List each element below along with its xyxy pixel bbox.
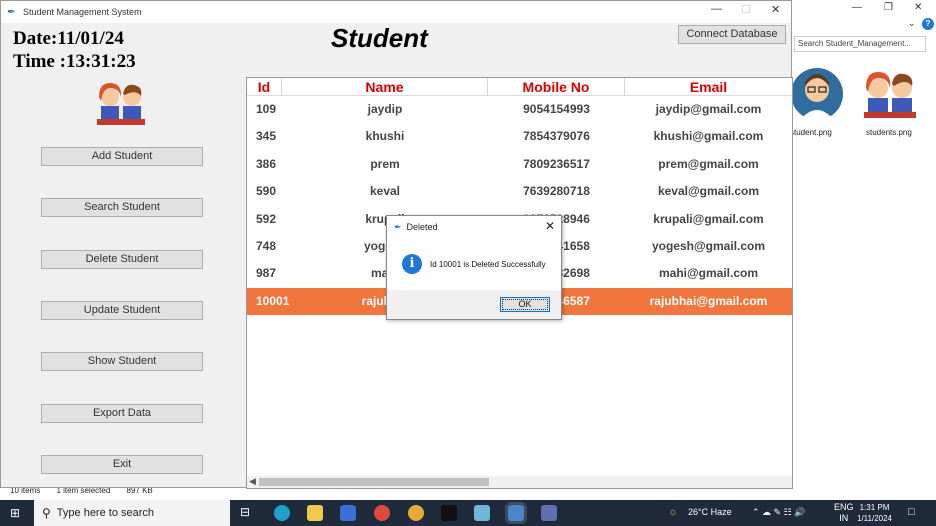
explorer-search-input[interactable]: Search Student_Management...	[794, 36, 926, 52]
search-icon: ⚲	[42, 506, 51, 520]
scroll-left-icon[interactable]: ◀	[249, 476, 256, 487]
deleted-dialog: ✒ Deleted ✕ i Id 10001 is Deleted Succes…	[386, 215, 562, 320]
file-explorer-icon[interactable]	[307, 505, 323, 521]
table-header: Id Name Mobile No Email	[247, 78, 792, 96]
task-view-icon[interactable]: ⊟	[240, 505, 256, 521]
column-header-name[interactable]: Name	[282, 78, 488, 96]
table-row[interactable]: 345 khushi 7854379076 khushi@gmail.com	[247, 123, 792, 150]
cell-mobile: 9054154993	[523, 102, 590, 116]
terminal-icon[interactable]	[441, 505, 457, 521]
connect-database-button[interactable]: Connect Database	[678, 25, 786, 44]
dialog-message: Id 10001 is Deleted Successfully	[430, 260, 546, 269]
taskbar-search[interactable]: ⚲ Type here to search	[34, 500, 230, 526]
windows-start-icon[interactable]: ⊞	[10, 506, 20, 520]
help-icon[interactable]: ?	[922, 18, 934, 30]
column-header-mobile[interactable]: Mobile No	[488, 78, 625, 96]
cell-email: keval@gmail.com	[657, 184, 760, 199]
python-icon[interactable]	[505, 502, 527, 524]
cell-email: rajubhai@gmail.com	[649, 293, 768, 308]
region-code: IN	[839, 513, 849, 523]
feather-icon: ✒	[7, 6, 16, 18]
cell-email: khushi@gmail.com	[653, 129, 764, 144]
cell-id: 748	[256, 239, 277, 253]
language-indicator[interactable]: ENG IN	[834, 502, 854, 524]
dialog-titlebar[interactable]: ✒ Deleted	[387, 216, 561, 238]
feather-icon: ✒	[394, 221, 402, 232]
horizontal-scrollbar[interactable]: ◀	[247, 476, 792, 488]
clock-date: 1/11/2024	[857, 514, 892, 523]
students-logo-icon	[97, 83, 145, 125]
system-tray-icons[interactable]: ⌃ ☁ ✎ ☷ 🔊	[752, 507, 805, 518]
weather-icon[interactable]: ☼	[668, 506, 678, 518]
cell-email: prem@gmail.com	[658, 156, 759, 171]
table-row[interactable]: 109 jaydip 9054154993 jaydip@gmail.com	[247, 96, 792, 123]
exit-button[interactable]: Exit	[41, 455, 203, 474]
window-titlebar[interactable]: ✒ Student Management System — ☐ ✕	[1, 1, 791, 23]
app-window-icon[interactable]	[541, 505, 557, 521]
students-thumbnail-icon[interactable]	[860, 62, 922, 128]
minimize-icon[interactable]: —	[852, 2, 862, 13]
cell-email: mahi@gmail.com	[658, 266, 759, 281]
time-label: Time :13:31:23	[13, 51, 136, 72]
cell-id: 987	[256, 266, 277, 281]
cell-name: keval	[369, 184, 401, 199]
ok-button[interactable]: OK	[500, 297, 550, 312]
column-header-email[interactable]: Email	[625, 78, 792, 96]
thumbnail-caption: students.png	[866, 128, 912, 137]
cell-name: prem	[370, 156, 400, 171]
dialog-body: i Id 10001 is Deleted Successfully	[387, 238, 561, 290]
cell-email: krupali@gmail.com	[653, 211, 764, 226]
minimize-icon[interactable]: —	[711, 3, 722, 15]
taskbar: ⊞ ⚲ Type here to search ⊟ ☼ 26°C Haze ⌃ …	[0, 500, 936, 526]
edge-icon[interactable]	[274, 505, 290, 521]
cell-id: 590	[256, 184, 277, 199]
table-row[interactable]: 386 prem 7809236517 prem@gmail.com	[247, 151, 792, 178]
add-student-button[interactable]: Add Student	[41, 147, 203, 166]
window-title: Student Management System	[23, 7, 142, 17]
taskbar-search-placeholder: Type here to search	[56, 507, 155, 519]
cell-id: 10001	[256, 293, 290, 308]
cell-name: khushi	[365, 129, 405, 144]
close-icon[interactable]: ✕	[771, 3, 780, 16]
chevron-down-icon[interactable]: ⌄	[908, 18, 916, 29]
date-label: Date:11/01/24	[13, 28, 124, 49]
cell-id: 386	[256, 156, 277, 171]
column-header-id[interactable]: Id	[247, 78, 282, 96]
cell-mobile: 7854379076	[523, 129, 590, 144]
language-code: ENG	[834, 502, 854, 512]
cell-mobile: 7809236517	[523, 156, 590, 171]
thumbnail-caption: student.png	[790, 128, 832, 137]
maximize-icon[interactable]: ☐	[741, 3, 751, 16]
cell-id: 592	[256, 211, 277, 226]
close-icon[interactable]: ✕	[545, 219, 555, 233]
chrome-profile-icon[interactable]	[408, 505, 424, 521]
search-student-button[interactable]: Search Student	[41, 198, 203, 217]
cell-id: 109	[256, 102, 277, 116]
info-icon: i	[402, 254, 422, 274]
store-icon[interactable]	[340, 505, 356, 521]
chrome-icon[interactable]	[374, 505, 390, 521]
student-thumbnail-icon[interactable]	[790, 62, 852, 128]
cell-id: 345	[256, 129, 277, 144]
show-student-button[interactable]: Show Student	[41, 352, 203, 371]
cell-name: jaydip	[367, 102, 403, 116]
table-row[interactable]: 590 keval 7639280718 keval@gmail.com	[247, 178, 792, 205]
delete-student-button[interactable]: Delete Student	[41, 250, 203, 269]
notepad-icon[interactable]	[474, 505, 490, 521]
notification-icon[interactable]: □	[908, 506, 915, 518]
weather-text[interactable]: 26°C Haze	[688, 507, 732, 517]
clock-time: 1:31 PM	[859, 503, 890, 512]
cell-mobile: 7639280718	[523, 184, 590, 199]
close-icon[interactable]: ✕	[914, 2, 922, 13]
scrollbar-thumb[interactable]	[259, 478, 489, 486]
cell-email: jaydip@gmail.com	[655, 102, 762, 116]
export-data-button[interactable]: Export Data	[41, 404, 203, 423]
page-title: Student	[331, 23, 428, 53]
taskbar-clock[interactable]: 1:31 PM 1/11/2024	[857, 502, 892, 524]
update-student-button[interactable]: Update Student	[41, 301, 203, 320]
cell-email: yogesh@gmail.com	[651, 239, 766, 253]
restore-icon[interactable]: ❐	[884, 2, 893, 13]
dialog-title: Deleted	[406, 222, 438, 232]
